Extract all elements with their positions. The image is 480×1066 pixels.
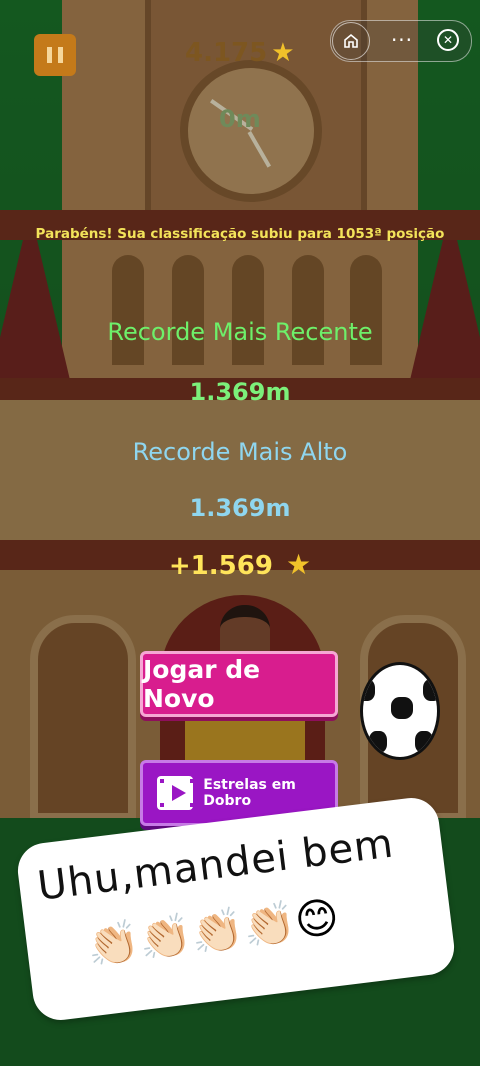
distance-counter: 0m <box>219 105 261 133</box>
film-hole <box>190 803 194 807</box>
recent-record-label: Recorde Mais Recente <box>107 318 373 346</box>
video-ad-icon <box>157 776 194 810</box>
coin-counter: 4.175 ★ <box>185 38 295 68</box>
highest-record-label: Recorde Mais Alto <box>132 438 348 466</box>
soccer-ball-icon <box>360 662 440 760</box>
pause-icon-bar <box>58 47 63 63</box>
film-hole <box>160 779 164 783</box>
close-icon: ✕ <box>437 29 459 51</box>
ball-patch <box>391 697 413 719</box>
bonus-value: +1.569 <box>168 551 273 581</box>
bonus-stars: +1.569 ★ <box>0 548 480 581</box>
more-options-button[interactable]: ··· <box>384 22 420 58</box>
double-stars-label: Estrelas em Dobro <box>203 777 296 809</box>
star-icon: ★ <box>271 38 295 68</box>
home-icon <box>344 33 358 48</box>
coin-count: 4.175 <box>185 38 268 68</box>
highest-record-value: 1.369m <box>189 494 291 522</box>
star-icon: ★ <box>285 548 312 581</box>
rank-message: Parabéns! Sua classificação subiu para 1… <box>35 226 445 242</box>
film-hole <box>160 803 164 807</box>
more-icon: ··· <box>390 28 414 52</box>
close-button[interactable]: ✕ <box>430 22 466 58</box>
ball-patch <box>369 731 387 753</box>
home-button[interactable] <box>332 22 370 60</box>
ball-patch <box>363 679 375 701</box>
pause-button[interactable] <box>34 34 76 76</box>
pause-icon <box>47 47 52 63</box>
clap-emojis: 👏🏻👏🏻👏🏻👏🏻😊 <box>84 891 342 972</box>
play-again-button[interactable]: Jogar de Novo <box>140 651 338 717</box>
film-hole <box>190 779 194 783</box>
recent-record-value: 1.369m <box>189 378 291 406</box>
ball-patch <box>415 731 433 753</box>
